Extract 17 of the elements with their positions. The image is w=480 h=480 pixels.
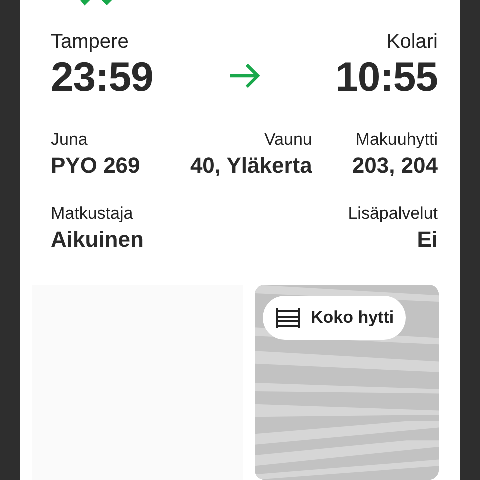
origin-city: Tampere (51, 30, 129, 54)
arrival-time: 10:55 (336, 54, 438, 100)
arrow-right-icon (228, 62, 262, 90)
destination-city: Kolari (386, 30, 438, 54)
detail-value: Aikuinen (51, 226, 144, 254)
detail-label: Juna (51, 129, 88, 151)
detail-value: 203, 204 (352, 152, 438, 180)
detail-value: 40, Yläkerta (190, 152, 312, 180)
detail-value: Ei (417, 226, 438, 254)
detail-label: Makuuhytti (356, 129, 438, 151)
detail-label: Matkustaja (51, 203, 134, 225)
detail-value: PYO 269 (51, 152, 140, 180)
departure-time: 23:59 (51, 54, 154, 100)
badge-text: Koko hytti (311, 308, 394, 328)
detail-label: Vaunu (264, 129, 312, 151)
bunk-bed-icon (275, 307, 301, 329)
detail-label: Lisäpalvelut (348, 203, 438, 225)
